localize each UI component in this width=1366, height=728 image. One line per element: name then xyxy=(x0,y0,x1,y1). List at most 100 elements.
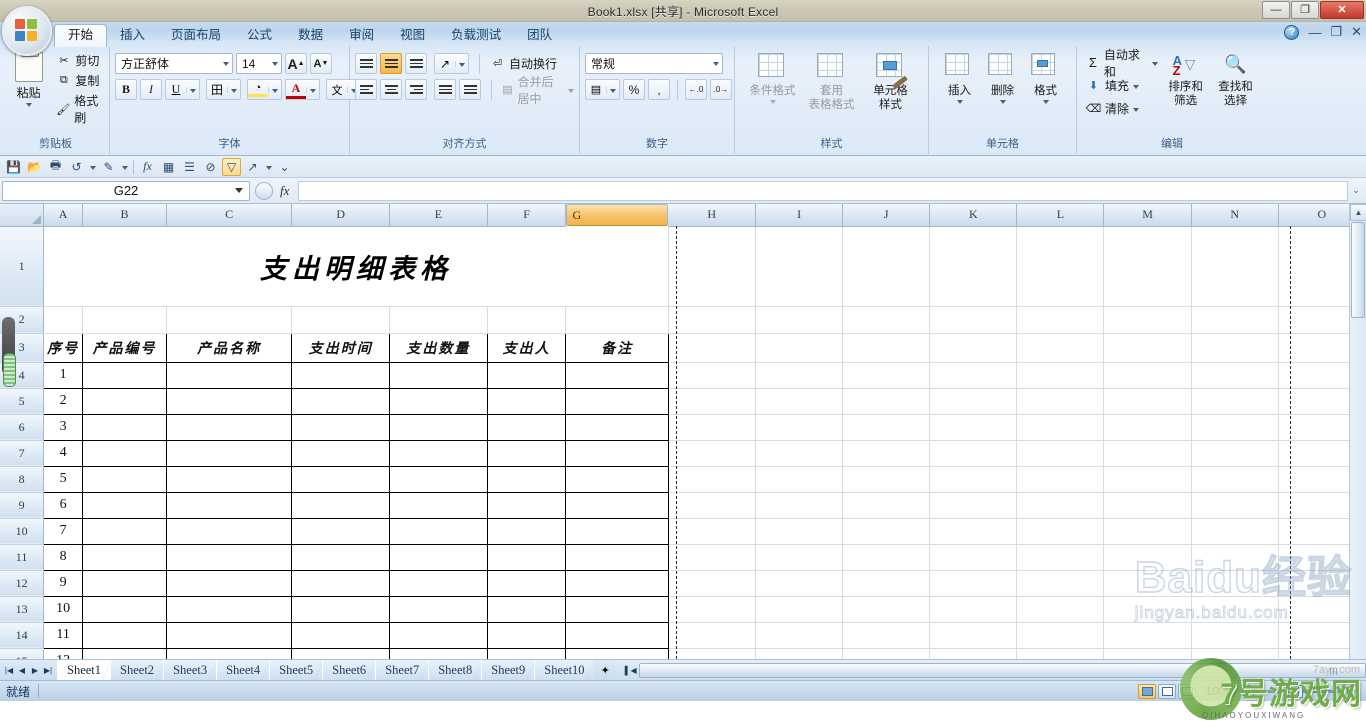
redo-icon[interactable]: ✎ xyxy=(99,158,118,176)
table-header-4[interactable]: 支出时间 xyxy=(291,332,391,363)
sort-icon[interactable]: ⊘ xyxy=(201,158,220,176)
table-cell-r6c3[interactable] xyxy=(165,491,293,519)
cell-N8[interactable] xyxy=(1191,466,1279,493)
cell-I12[interactable] xyxy=(755,570,844,597)
fill-chevron-down-icon[interactable] xyxy=(1133,84,1140,89)
decrease-decimal-button[interactable]: .0→ xyxy=(710,79,732,100)
cell-M11[interactable] xyxy=(1103,544,1192,571)
cell-J8[interactable] xyxy=(842,466,931,493)
cell-I10[interactable] xyxy=(755,518,844,545)
table-cell-r8c5[interactable] xyxy=(389,543,488,571)
zoom-track[interactable] xyxy=(1259,684,1343,698)
sheet-tab-sheet5[interactable]: Sheet5 xyxy=(269,660,324,680)
table-cell-r1c4[interactable] xyxy=(291,361,391,389)
cell-J4[interactable] xyxy=(842,362,931,389)
cell-J13[interactable] xyxy=(842,596,931,623)
underline-chevron-down-icon[interactable] xyxy=(186,86,199,93)
cell-J9[interactable] xyxy=(842,492,931,519)
cell-I15[interactable] xyxy=(755,648,844,659)
cell-M13[interactable] xyxy=(1103,596,1192,623)
tab-data[interactable]: 数据 xyxy=(285,25,336,47)
formula-input[interactable] xyxy=(298,180,1348,201)
wrap-text-button[interactable]: ⏎ 自动换行 xyxy=(490,53,557,74)
tab-team[interactable]: 团队 xyxy=(514,25,565,47)
table-cell-r3c1[interactable]: 3 xyxy=(43,413,84,441)
table-cell-r3c4[interactable] xyxy=(291,413,391,441)
cell-L5[interactable] xyxy=(1016,388,1105,415)
cell-H2[interactable] xyxy=(668,306,757,334)
fill-button[interactable]: ⬇ 填充 xyxy=(1086,75,1158,96)
increase-indent-button[interactable] xyxy=(459,79,481,100)
cell-I3[interactable] xyxy=(755,333,844,363)
cell-M1[interactable] xyxy=(1103,226,1192,307)
table-cell-r1c1[interactable]: 1 xyxy=(43,361,84,389)
cell-H10[interactable] xyxy=(668,518,757,545)
table-cell-r4c4[interactable] xyxy=(291,439,391,467)
clear-format-icon[interactable]: ↗ xyxy=(243,158,262,176)
cell-M10[interactable] xyxy=(1103,518,1192,545)
cell-I14[interactable] xyxy=(755,622,844,649)
cell-M3[interactable] xyxy=(1103,333,1192,363)
column-header-i[interactable]: I xyxy=(755,204,844,227)
cell-N7[interactable] xyxy=(1191,440,1279,467)
table-cell-r5c6[interactable] xyxy=(486,465,567,493)
cell-styles-button[interactable]: 单元格 样式 xyxy=(864,52,917,113)
cell-J7[interactable] xyxy=(842,440,931,467)
cell-M5[interactable] xyxy=(1103,388,1192,415)
decrease-indent-button[interactable] xyxy=(434,79,456,100)
format-as-table-button[interactable]: 套用 表格格式 xyxy=(805,52,858,113)
tab-formulas[interactable]: 公式 xyxy=(234,25,285,47)
autosum-chevron-down-icon[interactable] xyxy=(1152,61,1159,66)
name-box-chevron-down-icon[interactable] xyxy=(235,188,243,193)
cell-M4[interactable] xyxy=(1103,362,1192,389)
cell-H9[interactable] xyxy=(668,492,757,519)
cell-M12[interactable] xyxy=(1103,570,1192,597)
autosum-button[interactable]: Σ 自动求和 xyxy=(1086,48,1159,79)
fill-color-chevron-down-icon[interactable] xyxy=(268,86,281,93)
scroll-up-button[interactable]: ▲ xyxy=(1350,204,1366,221)
cell-H1[interactable] xyxy=(668,226,757,307)
number-format-select[interactable]: 常规 xyxy=(585,53,723,74)
sheet-tab-sheet2[interactable]: Sheet2 xyxy=(110,660,165,680)
cell-I5[interactable] xyxy=(755,388,844,415)
help-icon[interactable]: ? xyxy=(1284,24,1300,40)
accounting-chevron-down-icon[interactable] xyxy=(606,86,619,93)
column-header-l[interactable]: L xyxy=(1016,204,1105,227)
tab-view[interactable]: 视图 xyxy=(387,25,438,47)
last-sheet-button[interactable]: ▶| xyxy=(42,666,54,675)
orientation-chevron-down-icon[interactable] xyxy=(455,60,468,67)
table-cell-r3c6[interactable] xyxy=(486,413,567,441)
find-select-button[interactable]: 🔍 查找和 选择 xyxy=(1213,52,1258,109)
horizontal-scroll-thumb[interactable] xyxy=(638,662,1366,678)
orientation-button[interactable]: ↗ xyxy=(434,53,469,74)
save-icon[interactable]: 💾 xyxy=(4,158,23,176)
redo-chevron-down-icon[interactable] xyxy=(120,158,129,176)
table-cell-r6c4[interactable] xyxy=(291,491,391,519)
comma-format-button[interactable]: , xyxy=(648,79,670,100)
table-cell-r4c6[interactable] xyxy=(486,439,567,467)
tab-load-test[interactable]: 负载测试 xyxy=(438,25,514,47)
sheet-tab-sheet8[interactable]: Sheet8 xyxy=(428,660,483,680)
table-cell-r1c3[interactable] xyxy=(165,361,293,389)
sheet-tab-sheet7[interactable]: Sheet7 xyxy=(375,660,430,680)
table-cell-r11c2[interactable] xyxy=(82,621,167,649)
cell-I7[interactable] xyxy=(755,440,844,467)
cell-B2[interactable] xyxy=(82,306,167,334)
column-header-e[interactable]: E xyxy=(389,204,488,227)
accounting-format-button[interactable]: ▤ xyxy=(585,79,620,100)
cell-I1[interactable] xyxy=(755,226,844,307)
cell-M7[interactable] xyxy=(1103,440,1192,467)
column-header-h[interactable]: H xyxy=(668,204,757,227)
table-cell-r3c5[interactable] xyxy=(389,413,488,441)
cell-F2[interactable] xyxy=(487,306,567,334)
table-cell-r12c7[interactable] xyxy=(565,647,669,659)
table-cell-r2c1[interactable]: 2 xyxy=(43,387,84,415)
horizontal-scrollbar[interactable]: ▌◀ xyxy=(616,660,1366,680)
cell-L8[interactable] xyxy=(1016,466,1105,493)
cell-L12[interactable] xyxy=(1016,570,1105,597)
cell-K4[interactable] xyxy=(929,362,1018,389)
doc-restore-button[interactable]: ❐ xyxy=(1330,24,1342,40)
table-cell-r10c1[interactable]: 10 xyxy=(43,595,84,623)
spreadsheet-grid[interactable]: A B C D E F G H I J K L M N O 1 支出明细表格 2 3 序号 产品编号 产品名称 支出时间 支出… xyxy=(0,204,1366,659)
table-cell-r4c2[interactable] xyxy=(82,439,167,467)
